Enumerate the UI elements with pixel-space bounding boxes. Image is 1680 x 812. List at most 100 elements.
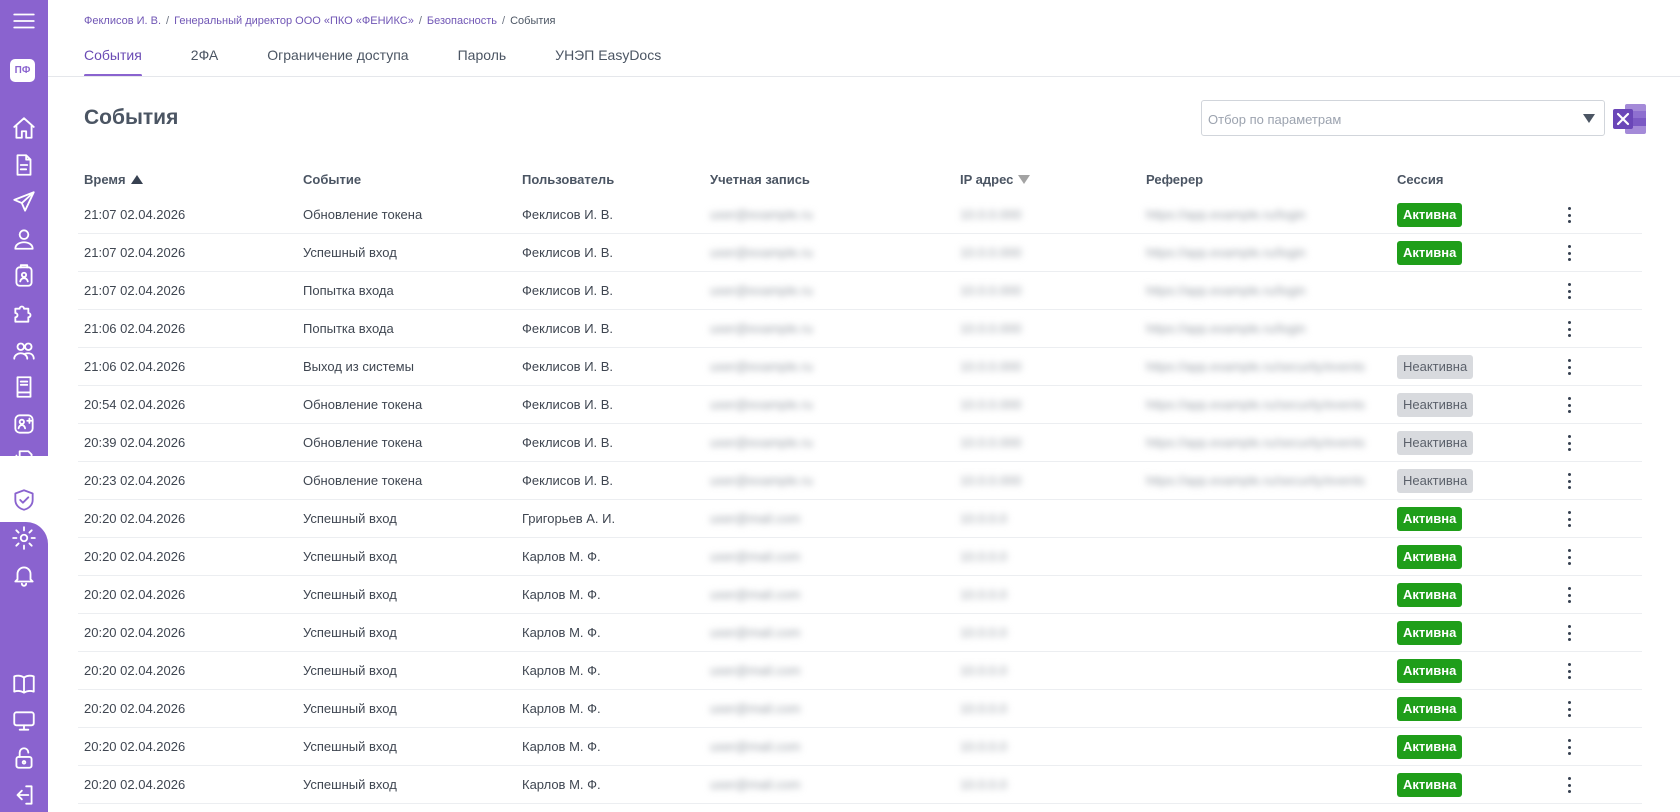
book-icon[interactable] bbox=[0, 370, 48, 404]
status-badge: Неактивна bbox=[1397, 393, 1474, 417]
table-row[interactable]: 20:23 02.04.2026 Обновление токена Феклисо… bbox=[78, 462, 1642, 500]
column-user[interactable]: Пользователь bbox=[522, 172, 614, 187]
row-menu-icon[interactable] bbox=[1563, 359, 1575, 375]
row-menu-icon[interactable] bbox=[1563, 739, 1575, 755]
row-menu-icon[interactable] bbox=[1563, 701, 1575, 717]
puzzle-icon[interactable] bbox=[0, 296, 48, 330]
column-time[interactable]: Время bbox=[84, 172, 143, 187]
cell-account: user@mail.com bbox=[710, 511, 801, 526]
table-row[interactable]: 20:20 02.04.2026 Успешный вход Карлов М. Ф… bbox=[78, 766, 1642, 804]
table-row[interactable]: 21:06 02.04.2026 Попытка входа Феклисов И.… bbox=[78, 310, 1642, 348]
tab-easydocs[interactable]: УНЭП EasyDocs bbox=[555, 47, 661, 77]
column-session[interactable]: Сессия bbox=[1397, 172, 1443, 187]
row-menu-icon[interactable] bbox=[1563, 321, 1575, 337]
table-row[interactable]: 20:20 02.04.2026 Успешный вход Карлов М. Ф… bbox=[78, 690, 1642, 728]
unlock-icon[interactable] bbox=[0, 741, 48, 775]
logo[interactable]: ПФ bbox=[10, 59, 35, 82]
row-menu-icon[interactable] bbox=[1563, 587, 1575, 603]
cell-referer: https://app.example.ru/security/events bbox=[1146, 473, 1365, 488]
bell-icon[interactable] bbox=[0, 558, 48, 592]
row-menu-icon[interactable] bbox=[1563, 625, 1575, 641]
row-menu-icon[interactable] bbox=[1563, 663, 1575, 679]
table-row[interactable]: 21:07 02.04.2026 Обновление токена Феклисо… bbox=[78, 196, 1642, 234]
row-menu-icon[interactable] bbox=[1563, 207, 1575, 223]
table-row[interactable]: 20:20 02.04.2026 Успешный вход Карлов М. Ф… bbox=[78, 652, 1642, 690]
row-menu-icon[interactable] bbox=[1563, 473, 1575, 489]
table-row[interactable]: 20:20 02.04.2026 Успешный вход Карлов М. Ф… bbox=[78, 576, 1642, 614]
filter-placeholder: Отбор по параметрам bbox=[1208, 112, 1342, 127]
table-row[interactable]: 21:07 02.04.2026 Успешный вход Феклисов И.… bbox=[78, 234, 1642, 272]
table-row[interactable]: 20:20 02.04.2026 Успешный вход Карлов М. Ф… bbox=[78, 538, 1642, 576]
gear-icon[interactable] bbox=[0, 521, 48, 555]
cell-ip: 10.0.0.0 bbox=[960, 777, 1007, 792]
tab-events[interactable]: События bbox=[84, 47, 142, 77]
table-row[interactable]: 20:20 02.04.2026 Успешный вход Григорьев А… bbox=[78, 500, 1642, 538]
column-ip[interactable]: IP адрес bbox=[960, 172, 1031, 187]
shield-check-icon[interactable] bbox=[0, 483, 48, 517]
row-menu-icon[interactable] bbox=[1563, 283, 1575, 299]
cell-ip: 10.0.0.000 bbox=[960, 321, 1022, 336]
breadcrumb-user[interactable]: Феклисов И. В. bbox=[84, 15, 161, 27]
cell-time: 20:20 02.04.2026 bbox=[84, 625, 186, 640]
cell-account: user@example.ru bbox=[710, 207, 813, 222]
breadcrumb-security[interactable]: Безопасность bbox=[427, 15, 497, 27]
cell-time: 20:20 02.04.2026 bbox=[84, 663, 186, 678]
cell-user: Феклисов И. В. bbox=[522, 245, 614, 260]
table-row[interactable]: 21:07 02.04.2026 Попытка входа Феклисов И.… bbox=[78, 272, 1642, 310]
row-menu-icon[interactable] bbox=[1563, 397, 1575, 413]
column-referer[interactable]: Реферер bbox=[1146, 172, 1203, 187]
table-row[interactable]: 21:06 02.04.2026 Выход из системы Феклисов… bbox=[78, 348, 1642, 386]
home-icon[interactable] bbox=[0, 111, 48, 145]
cell-referer: https://app.example.ru/login bbox=[1146, 207, 1306, 222]
cell-user: Феклисов И. В. bbox=[522, 473, 614, 488]
row-menu-icon[interactable] bbox=[1563, 549, 1575, 565]
table-row[interactable]: 20:20 02.04.2026 Успешный вход Карлов М. Ф… bbox=[78, 728, 1642, 766]
status-badge: Активна bbox=[1397, 583, 1463, 607]
cell-user: Феклисов И. В. bbox=[522, 321, 614, 336]
tabs: События 2ФА Ограничение доступа Пароль У… bbox=[84, 47, 710, 77]
documents-icon[interactable] bbox=[0, 444, 48, 478]
row-menu-icon[interactable] bbox=[1563, 435, 1575, 451]
column-account[interactable]: Учетная запись bbox=[710, 172, 810, 187]
menu-icon[interactable] bbox=[0, 4, 48, 38]
row-menu-icon[interactable] bbox=[1563, 777, 1575, 793]
table-row[interactable]: 20:39 02.04.2026 Обновление токена Феклисо… bbox=[78, 424, 1642, 462]
document-icon[interactable] bbox=[0, 148, 48, 182]
dropdown-arrow-icon[interactable] bbox=[1583, 114, 1595, 123]
cell-ip: 10.0.0.000 bbox=[960, 245, 1022, 260]
contact-icon[interactable] bbox=[0, 259, 48, 293]
cell-referer: https://app.example.ru/security/events bbox=[1146, 359, 1365, 374]
cell-time: 20:54 02.04.2026 bbox=[84, 397, 186, 412]
filter-select[interactable]: Отбор по параметрам bbox=[1201, 100, 1605, 136]
excel-icon[interactable] bbox=[1611, 102, 1647, 136]
cell-ip: 10.0.0.0 bbox=[960, 663, 1007, 678]
column-event[interactable]: Событие bbox=[303, 172, 361, 187]
status-badge: Неактивна bbox=[1397, 431, 1474, 455]
cell-account: user@example.ru bbox=[710, 245, 813, 260]
row-menu-icon[interactable] bbox=[1563, 245, 1575, 261]
breadcrumb-organization[interactable]: Генеральный директор ООО «ПКО «ФЕНИКС» bbox=[174, 15, 414, 27]
cell-ip: 10.0.0.000 bbox=[960, 473, 1022, 488]
table-row[interactable]: 20:20 02.04.2026 Успешный вход Карлов М. Ф… bbox=[78, 614, 1642, 652]
tab-2fa[interactable]: 2ФА bbox=[191, 47, 218, 77]
cell-ip: 10.0.0.000 bbox=[960, 359, 1022, 374]
cell-user: Карлов М. Ф. bbox=[522, 701, 601, 716]
monitor-icon[interactable] bbox=[0, 704, 48, 738]
user-icon[interactable] bbox=[0, 222, 48, 256]
table-row[interactable]: 20:54 02.04.2026 Обновление токена Феклисо… bbox=[78, 386, 1642, 424]
status-badge: Активна bbox=[1397, 697, 1463, 721]
column-time-label: Время bbox=[84, 172, 126, 187]
sort-ascending-icon[interactable] bbox=[130, 175, 143, 184]
sort-descending-icon[interactable] bbox=[1018, 175, 1031, 184]
tab-access-restriction[interactable]: Ограничение доступа bbox=[267, 47, 408, 77]
tab-password[interactable]: Пароль bbox=[458, 47, 507, 77]
users-icon[interactable] bbox=[0, 333, 48, 367]
row-menu-icon[interactable] bbox=[1563, 511, 1575, 527]
logout-icon[interactable] bbox=[0, 778, 48, 812]
cell-ip: 10.0.0.000 bbox=[960, 397, 1022, 412]
events-table: Время Событие Пользователь Учетная запис… bbox=[78, 166, 1642, 804]
cell-account: user@mail.com bbox=[710, 701, 801, 716]
open-book-icon[interactable] bbox=[0, 667, 48, 701]
send-icon[interactable] bbox=[0, 185, 48, 219]
cell-ip: 10.0.0.000 bbox=[960, 283, 1022, 298]
